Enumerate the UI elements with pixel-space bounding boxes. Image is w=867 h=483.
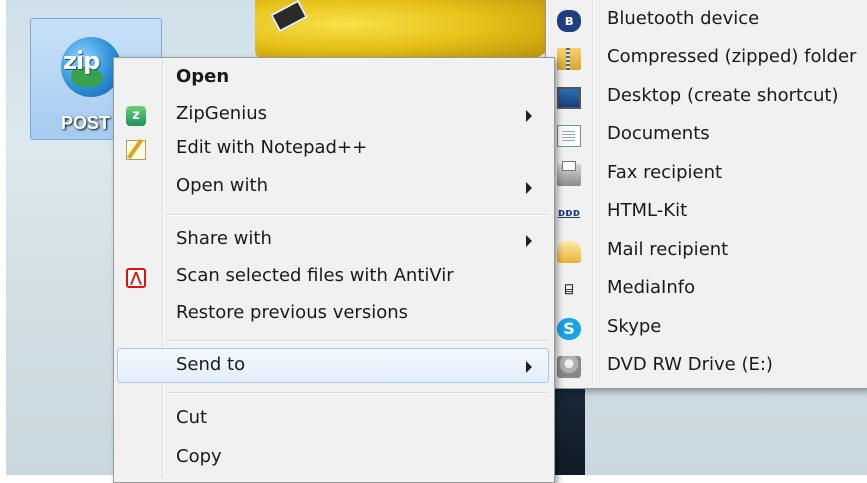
- html-kit-icon: ᴅᴅᴅ: [557, 206, 581, 219]
- send-to-dvd-drive[interactable]: DVD RW Drive (E:): [548, 348, 866, 386]
- zipgenius-icon: z: [126, 106, 146, 126]
- antivir-icon: ⋀: [126, 268, 146, 288]
- send-to-label: MediaInfo: [607, 277, 696, 298]
- mail-icon: [557, 241, 581, 263]
- zipped-folder-icon: [557, 48, 581, 70]
- documents-icon: [557, 125, 581, 147]
- fax-icon: [557, 161, 581, 186]
- menu-separator: [166, 340, 548, 342]
- send-to-label: Compressed (zipped) folder: [607, 46, 857, 67]
- menu-item-copy[interactable]: Copy: [117, 440, 549, 475]
- menu-item-scan-antivir[interactable]: ⋀ Scan selected files with AntiVir: [117, 259, 549, 294]
- wallpaper-yellow-shape: [255, 0, 555, 60]
- submenu-arrow-icon: [526, 361, 532, 373]
- send-to-submenu: ʙ Bluetooth device Compressed (zipped) f…: [545, 0, 867, 389]
- mediainfo-icon: ⌸: [564, 282, 574, 298]
- send-to-html-kit[interactable]: ᴅᴅᴅ HTML-Kit: [548, 194, 866, 232]
- send-to-label: Documents: [607, 123, 710, 144]
- wallpaper-patch: [270, 0, 308, 33]
- context-menu: Open z ZipGenius Edit with Notepad++ Ope…: [113, 57, 555, 483]
- zip-file-icon: zip: [61, 37, 121, 97]
- menu-item-label: Restore previous versions: [176, 302, 409, 323]
- send-to-label: Desktop (create shortcut): [607, 85, 839, 106]
- menu-item-label: Edit with Notepad++: [176, 137, 368, 158]
- send-to-label: Skype: [607, 316, 662, 337]
- bluetooth-icon: ʙ: [557, 10, 581, 32]
- menu-item-open-with[interactable]: Open with: [117, 169, 549, 204]
- send-to-desktop[interactable]: Desktop (create shortcut): [548, 79, 866, 117]
- menu-item-label: Scan selected files with AntiVir: [176, 265, 454, 286]
- send-to-label: DVD RW Drive (E:): [607, 354, 773, 375]
- send-to-compressed-folder[interactable]: Compressed (zipped) folder: [548, 40, 866, 78]
- menu-item-restore-versions[interactable]: Restore previous versions: [117, 296, 549, 331]
- menu-item-label: ZipGenius: [176, 103, 267, 124]
- menu-separator: [166, 214, 548, 216]
- notepad-plus-plus-icon: [126, 140, 146, 160]
- menu-item-label: Share with: [176, 228, 272, 249]
- send-to-label: HTML-Kit: [607, 200, 688, 221]
- send-to-mediainfo[interactable]: ⌸ MediaInfo: [548, 271, 866, 309]
- send-to-bluetooth[interactable]: ʙ Bluetooth device: [548, 2, 866, 40]
- menu-item-share-with[interactable]: Share with: [117, 222, 549, 257]
- send-to-label: Mail recipient: [607, 239, 729, 260]
- menu-item-zipgenius[interactable]: z ZipGenius: [117, 97, 549, 132]
- send-to-skype[interactable]: S Skype: [548, 310, 866, 348]
- send-to-label: Bluetooth device: [607, 8, 760, 29]
- submenu-arrow-icon: [526, 110, 532, 122]
- send-to-label: Fax recipient: [607, 162, 723, 183]
- desktop-icon-label: POST: [61, 113, 111, 133]
- menu-item-open[interactable]: Open: [117, 60, 549, 95]
- menu-item-send-to[interactable]: Send to: [117, 348, 549, 383]
- menu-separator: [166, 392, 548, 394]
- send-to-mail[interactable]: Mail recipient: [548, 233, 866, 271]
- menu-item-label: Open: [176, 66, 230, 87]
- menu-item-cut[interactable]: Cut: [117, 401, 549, 436]
- menu-item-label: Cut: [176, 407, 208, 428]
- send-to-fax[interactable]: Fax recipient: [548, 156, 866, 194]
- submenu-arrow-icon: [526, 182, 532, 194]
- screen-edge-left: [0, 0, 6, 481]
- dvd-drive-icon: [557, 356, 581, 378]
- skype-icon: S: [557, 318, 581, 340]
- menu-item-label: Send to: [176, 354, 246, 375]
- desktop-icon: [557, 87, 581, 109]
- zip-badge: zip: [63, 47, 100, 75]
- send-to-documents[interactable]: Documents: [548, 117, 866, 155]
- menu-item-label: Copy: [176, 446, 222, 467]
- submenu-arrow-icon: [526, 235, 532, 247]
- menu-item-label: Open with: [176, 175, 268, 196]
- menu-item-edit-notepad[interactable]: Edit with Notepad++: [117, 131, 549, 166]
